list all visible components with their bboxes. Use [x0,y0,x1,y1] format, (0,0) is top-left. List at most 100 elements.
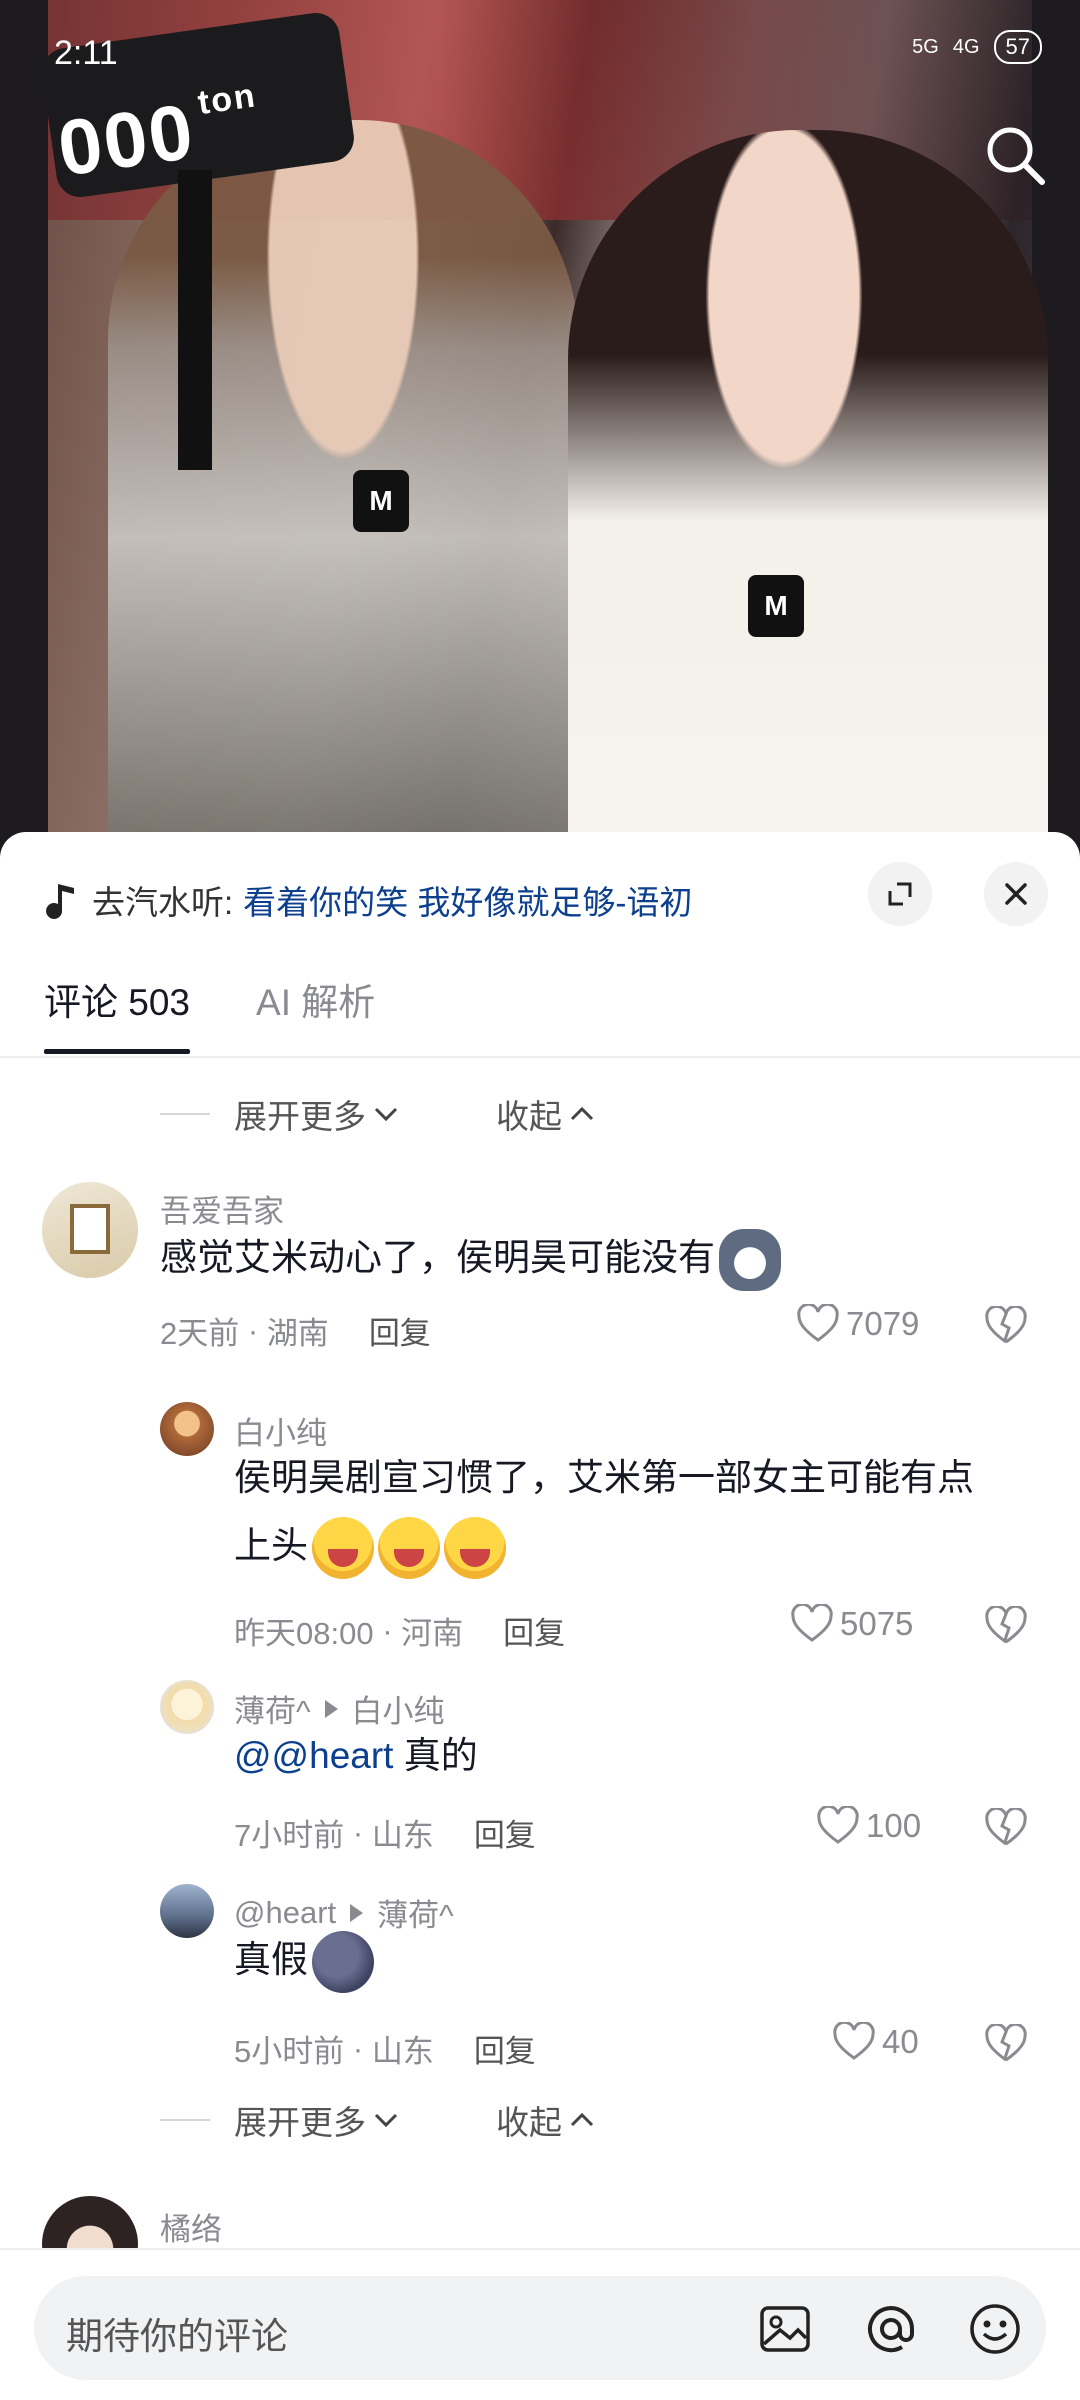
tab-comments[interactable]: 评论 503 [44,972,191,1054]
comment-text-content: 真的 [393,1735,478,1776]
expand-sheet-button[interactable] [868,862,932,926]
comment-time: 2天前 [160,1316,240,1351]
avatar[interactable] [42,1182,138,1278]
avatar[interactable] [160,1884,214,1938]
broken-heart-icon[interactable] [984,2024,1028,2064]
comment-sheet: 去汽水听: 看着你的笑 我好像就足够-语初 评论 503 AI 解析 展开更多 … [0,832,1080,2400]
video-frame: 000ton M M [39,0,1048,880]
reply-arrow-icon [324,1699,338,1718]
comment-meta: 7小时前 · 山东 回复 [234,1810,536,1855]
divider-line [160,2119,210,2121]
meta-separator: · [239,1312,267,1348]
like-count: 7079 [846,1305,920,1342]
husky-emoji-icon [719,1229,781,1292]
like-button[interactable]: 40 [832,2022,919,2062]
comment-text-content: 真假 [234,1939,308,1980]
reply-button[interactable]: 回复 [369,1308,431,1353]
chevron-up-icon [570,1106,594,1121]
signal-5g-icon: 5G [912,35,939,58]
comment-text: 侯明昊剧宣习惯了，艾米第一部女主可能有点 上头 [234,1444,974,1580]
comment-text: @@heart 真的 [234,1722,478,1790]
expand-more-button[interactable]: 展开更多 [234,1090,400,1138]
like-count: 40 [882,2023,919,2060]
collapse-label: 收起 [496,1098,562,1135]
comment-text-content: 感觉艾米动心了，侯明昊可能没有 [160,1237,715,1278]
chevron-down-icon [374,2113,398,2128]
music-note-icon [46,884,74,919]
like-button[interactable]: 100 [816,1806,921,1846]
like-button[interactable]: 7079 [796,1304,919,1344]
expand-icon [888,882,912,906]
like-count: 100 [866,1807,922,1844]
lapel-mic-left: M [353,470,409,532]
mic-letter: M [764,590,788,621]
comment-meta: 5小时前 · 山东 回复 [234,2026,536,2071]
reply-button[interactable]: 回复 [474,2026,536,2071]
expand-more-label: 展开更多 [234,1098,366,1135]
comment-time: 5小时前 [234,2034,345,2069]
search-icon[interactable] [980,120,1050,190]
like-count: 5075 [840,1605,914,1642]
status-icons: 5G 4G 57 [912,30,1042,64]
comment-location: 湖南 [266,1316,329,1351]
meta-separator: · [344,2030,372,2066]
signal-4g-icon: 4G [952,35,980,58]
avatar-frame [70,1204,110,1254]
lapel-mic-right: M [748,575,804,637]
hammer-unit: ton [195,76,259,123]
collapse-button[interactable]: 收起 [496,1090,596,1138]
reply-arrow-icon [350,1903,364,1922]
comment-input[interactable]: 期待你的评论 [34,2276,1046,2380]
broken-heart-icon[interactable] [984,1306,1028,1346]
mention-link[interactable]: @@heart [234,1735,393,1776]
chevron-up-icon [570,2112,594,2127]
comment-time: 7小时前 [234,1818,345,1853]
meta-separator: · [373,1612,402,1648]
expand-more-label: 展开更多 [234,2104,366,2141]
replies-toggle-row: 展开更多 收起 [160,1090,596,1138]
reply-to-username[interactable]: 薄荷^ [377,1890,454,1935]
video-hammer-handle [178,170,212,470]
broken-heart-icon[interactable] [984,1808,1028,1848]
meta-separator: · [344,1814,372,1850]
emoji-icon[interactable] [966,2300,1024,2358]
expand-more-button[interactable]: 展开更多 [234,2096,400,2144]
comment-input-placeholder: 期待你的评论 [66,2316,288,2357]
video-person-right [568,130,1048,880]
moon-face-emoji-icon [312,1931,374,1994]
close-button[interactable] [984,862,1048,926]
music-song-title[interactable]: 看着你的笑 我好像就足够-语初 [243,876,692,924]
comment-text: 真假 [234,1926,374,1994]
comment-username[interactable]: 橘络 [160,2204,222,2249]
like-button[interactable]: 5075 [790,1604,913,1644]
comment-location: 山东 [371,2034,434,2069]
comment-meta: 2天前 · 湖南 回复 [160,1308,431,1353]
reply-button[interactable]: 回复 [474,1810,536,1855]
chevron-down-icon [374,1107,398,1122]
mic-letter: M [369,485,393,516]
video-player[interactable]: 000ton M M 2:11 5G 4G 57 [0,0,1080,880]
at-mention-icon[interactable] [862,2300,920,2358]
divider-line [160,1113,210,1115]
comment-text-line1: 侯明昊剧宣习惯了，艾米第一部女主可能有点 [234,1457,974,1498]
heart-icon [817,1806,859,1844]
close-icon [1005,883,1027,905]
music-link[interactable]: 去汽水听: 看着你的笑 我好像就足够-语初 [44,870,692,930]
crying-laughing-emoji-icon [444,1517,506,1580]
crying-laughing-emoji-icon [378,1517,440,1580]
collapse-button[interactable]: 收起 [496,2096,596,2144]
replies-toggle-row: 展开更多 收起 [160,2096,596,2144]
image-icon[interactable] [756,2300,814,2358]
avatar[interactable] [160,1680,214,1734]
tab-divider [0,1056,1080,1058]
heart-icon [791,1604,833,1642]
tab-ai-analysis[interactable]: AI 解析 [256,972,375,1054]
broken-heart-icon[interactable] [984,1606,1028,1646]
avatar[interactable] [160,1402,214,1456]
comment-location: 河南 [401,1616,464,1651]
comment-tabs: 评论 503 AI 解析 [44,972,375,1054]
collapse-label: 收起 [496,2104,562,2141]
comment-text-line2: 上头 [234,1525,308,1566]
reply-button[interactable]: 回复 [503,1608,565,1653]
crying-laughing-emoji-icon [312,1517,374,1580]
